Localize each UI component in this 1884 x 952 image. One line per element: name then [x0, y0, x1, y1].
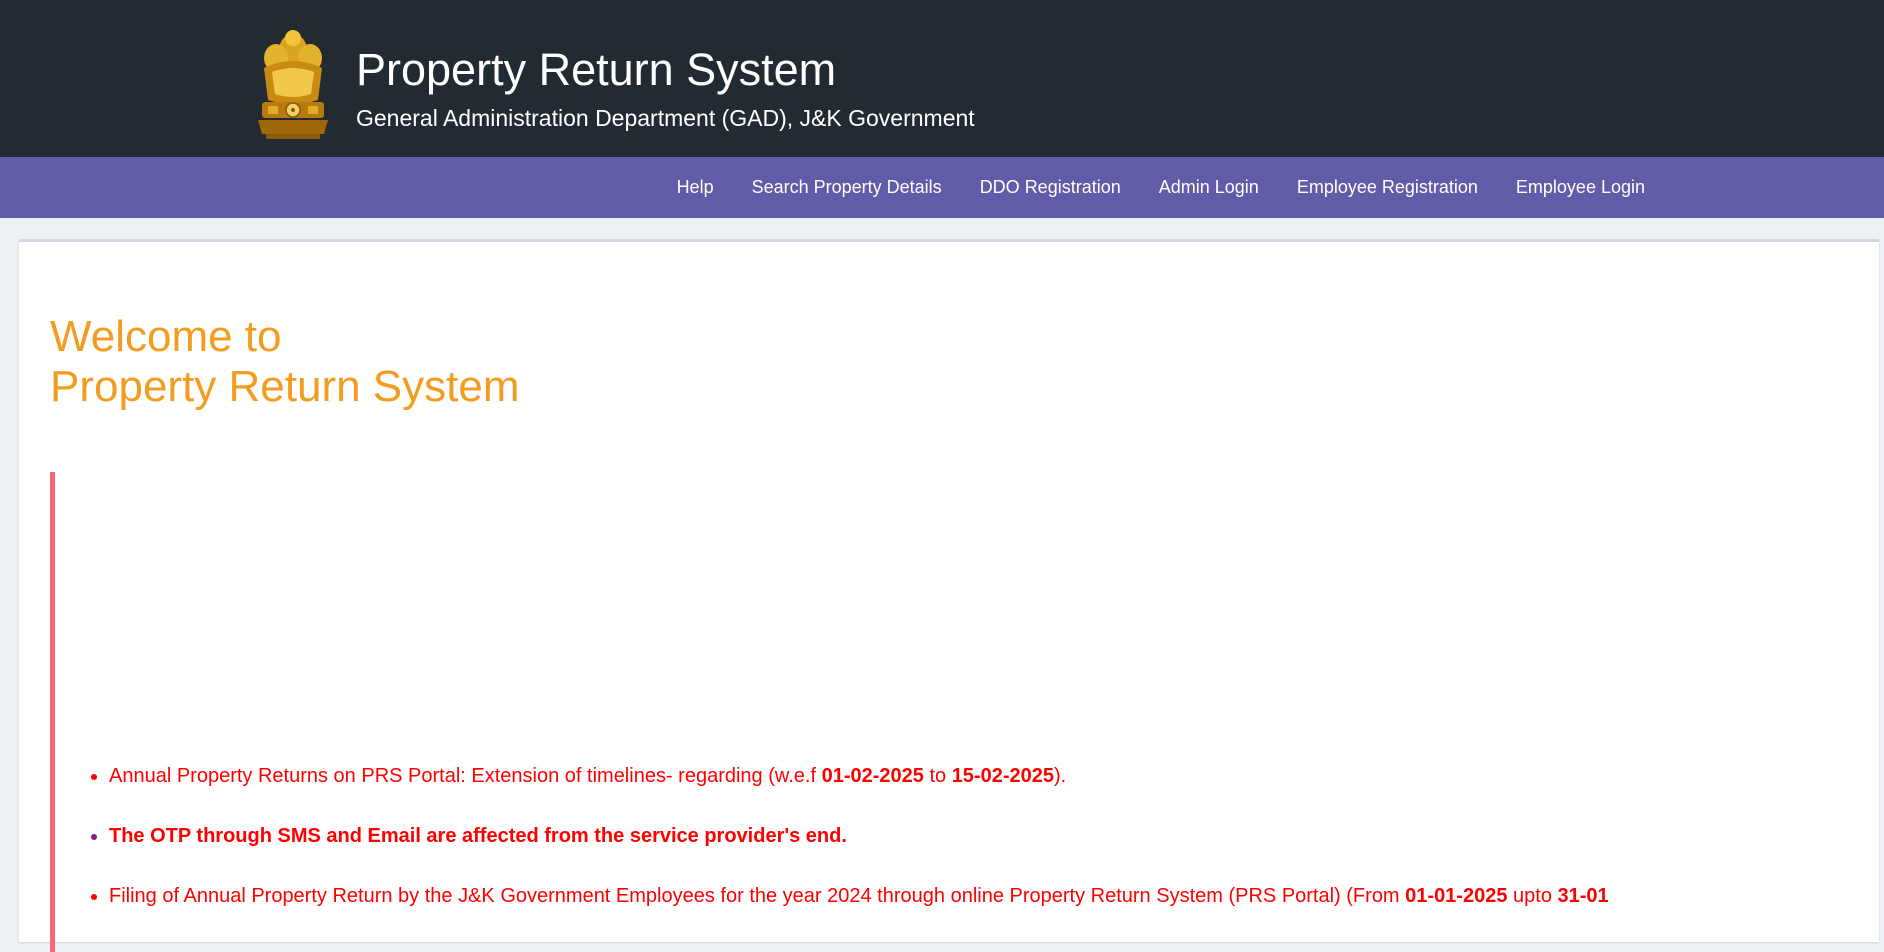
notice-list: Annual Property Returns on PRS Portal: E… [55, 764, 1609, 944]
main-navbar: Help Search Property Details DDO Registr… [0, 157, 1884, 218]
national-emblem-icon [258, 30, 328, 139]
nav-link-ddo-registration[interactable]: DDO Registration [961, 177, 1140, 198]
welcome-line-2: Property Return System [50, 362, 520, 411]
site-subtitle: General Administration Department (GAD),… [356, 105, 975, 131]
notice-date-to: 31-01 [1557, 885, 1609, 907]
site-header: Property Return System General Administr… [0, 0, 1884, 157]
notice-date-from: 01-02-2025 [821, 765, 924, 787]
nav-link-help[interactable]: Help [658, 177, 733, 198]
notice-item-filing: Filing of Annual Property Return by the … [91, 884, 1609, 908]
notice-item-extension: Annual Property Returns on PRS Portal: E… [91, 764, 1609, 788]
notice-item-otp: The OTP through SMS and Email are affect… [91, 824, 1609, 848]
notice-text: The OTP through SMS and Email are affect… [109, 825, 847, 847]
notice-suffix: ). [1054, 765, 1067, 787]
nav-link-admin-login[interactable]: Admin Login [1140, 177, 1278, 198]
notice-text: Annual Property Returns on PRS Portal: E… [109, 765, 822, 787]
nav-list: Help Search Property Details DDO Registr… [658, 157, 1664, 218]
nav-link-search-property-details[interactable]: Search Property Details [733, 177, 961, 198]
site-title: Property Return System [356, 44, 837, 95]
notice-callout: Annual Property Returns on PRS Portal: E… [50, 472, 1875, 952]
notice-text: Filing of Annual Property Return by the … [109, 885, 1406, 907]
notice-connector: upto [1507, 885, 1558, 907]
notice-date-from: 01-01-2025 [1405, 885, 1508, 907]
welcome-line-1: Welcome to [50, 312, 282, 361]
nav-link-employee-login[interactable]: Employee Login [1497, 177, 1664, 198]
notice-date-to: 15-02-2025 [951, 765, 1054, 787]
notice-connector: to [923, 765, 952, 787]
welcome-heading: Welcome to Property Return System [50, 312, 520, 412]
content-card: Welcome to Property Return System Annual… [19, 239, 1879, 952]
nav-link-employee-registration[interactable]: Employee Registration [1278, 177, 1497, 198]
